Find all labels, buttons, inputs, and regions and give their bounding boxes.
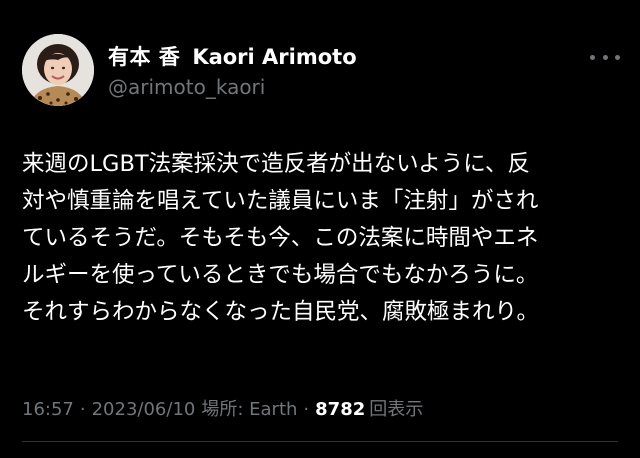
tweet-text-line: 来週のLGBT法案採決で造反者が出ないように、反 — [22, 151, 531, 177]
author-display-name[interactable]: 有本 香 — [108, 41, 180, 71]
tweet-text-line: ルギーを使っているときでも場合でもなかろうに。 — [22, 262, 539, 288]
more-horizontal-icon — [590, 54, 595, 60]
tweet-text-line: 対や慎重論を唱えていた議員にいま「注射」がされ — [22, 188, 539, 214]
tweet-detail: 有本 香 Kaori Arimoto @arimoto_kaori 来週のLGB… — [0, 0, 640, 458]
tweet-meta: 16:57 · 2023/06/10 場所: Earth · 8782 回表示 — [22, 395, 423, 421]
divider — [22, 441, 618, 442]
tweet-location: 場所: Earth — [201, 399, 298, 420]
more-horizontal-icon-dot — [602, 54, 608, 60]
tweet-date[interactable]: 2023/06/10 — [92, 399, 196, 420]
author-name-row[interactable]: 有本 香 Kaori Arimoto — [108, 41, 357, 71]
author-handle[interactable]: @arimoto_kaori — [108, 75, 265, 99]
meta-separator: · — [79, 399, 86, 420]
author-latin-name[interactable]: Kaori Arimoto — [192, 45, 356, 69]
views-label: 回表示 — [369, 399, 424, 420]
meta-separator: · — [303, 399, 310, 420]
more-options-button[interactable] — [590, 47, 620, 67]
views-count[interactable]: 8782 — [315, 399, 365, 420]
tweet-header: 有本 香 Kaori Arimoto @arimoto_kaori — [22, 34, 622, 110]
avatar-image — [22, 34, 94, 106]
more-horizontal-icon-dot — [615, 54, 620, 60]
avatar[interactable] — [22, 34, 94, 106]
tweet-text-line: ているそうだ。そもそも今、この法案に時間やエネ — [22, 225, 539, 251]
tweet-text-line: それすらわからなくなった自民党、腐敗極まれり。 — [22, 299, 540, 325]
tweet-text: 来週のLGBT法案採決で造反者が出ないように、反 対や慎重論を唱えていた議員にい… — [22, 146, 620, 331]
tweet-time[interactable]: 16:57 — [22, 399, 74, 420]
